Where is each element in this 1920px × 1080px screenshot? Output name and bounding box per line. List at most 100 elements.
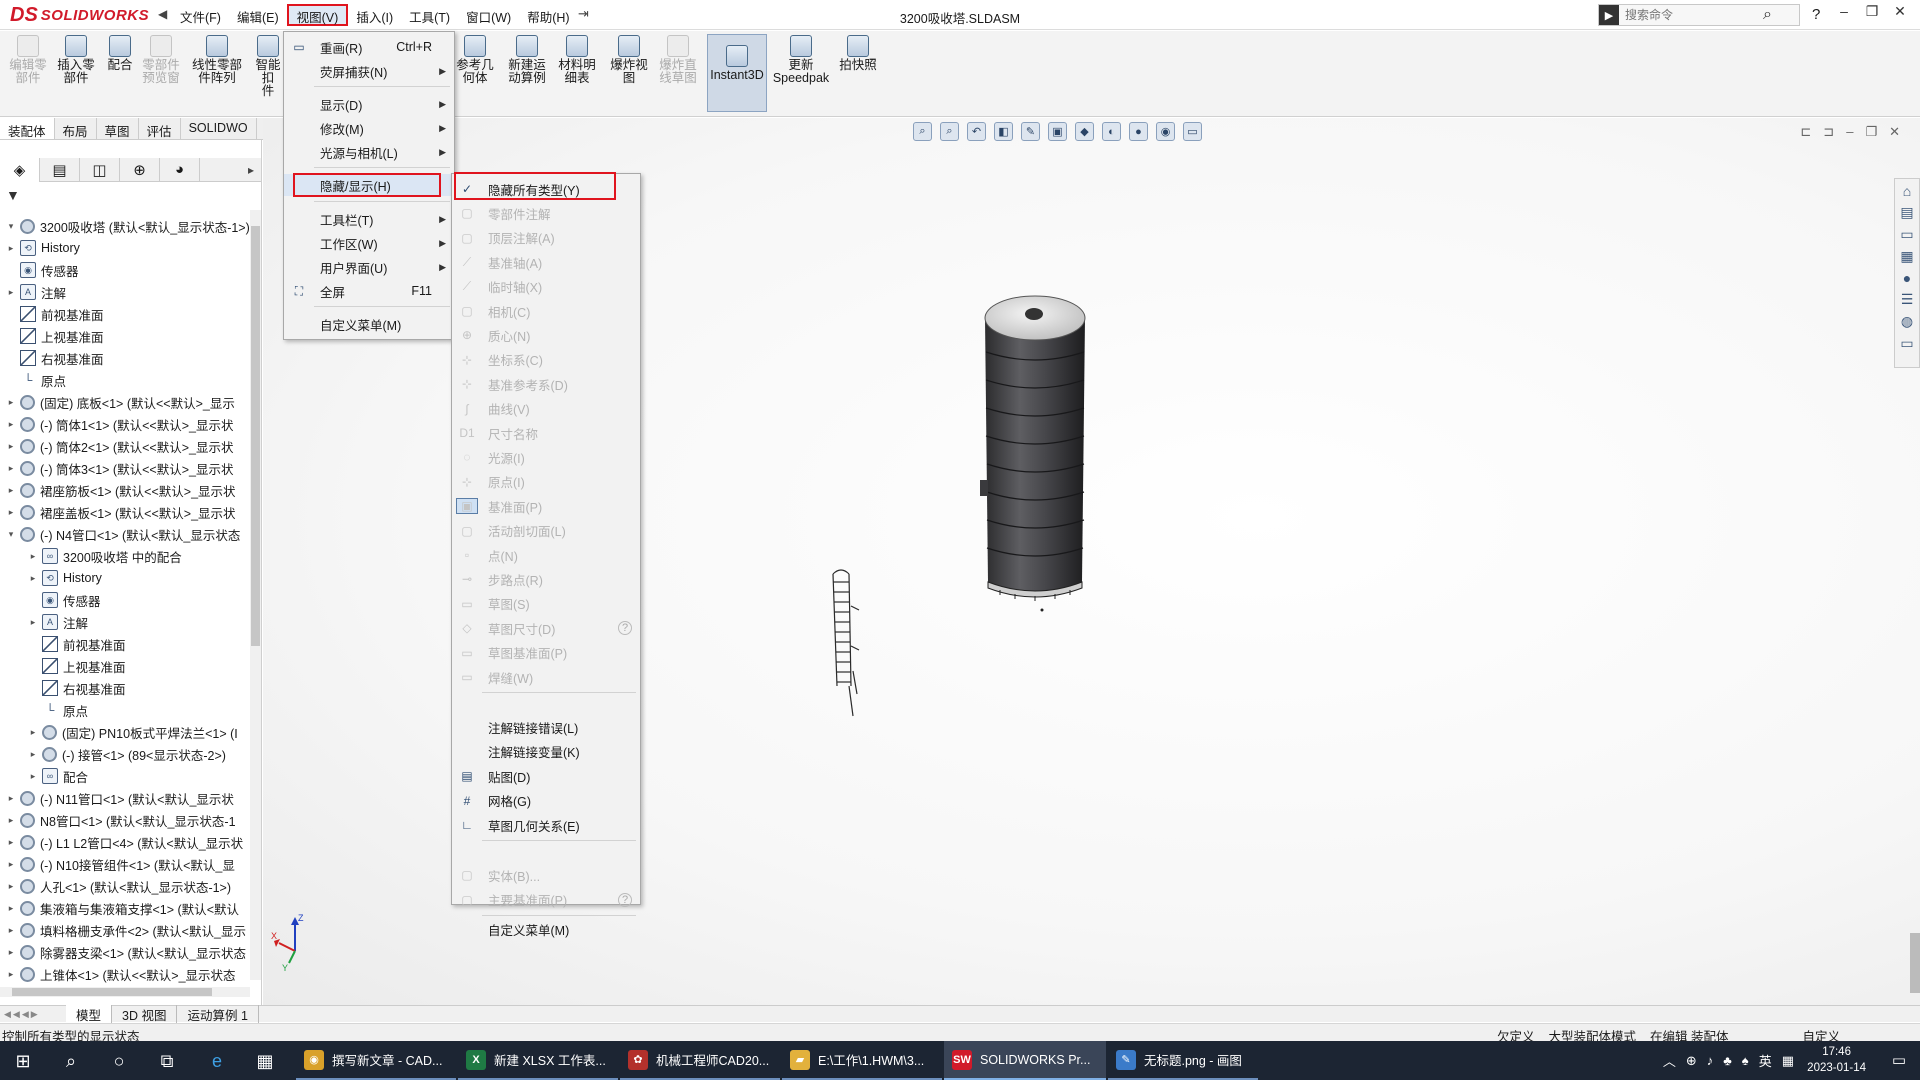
expand-arrow-icon[interactable]: ▸ xyxy=(6,969,16,980)
menu-item-sketch-relation[interactable]: ∟ 草图几何关系(E) xyxy=(452,814,640,836)
scrollbar-thumb[interactable] xyxy=(251,226,260,646)
menu-item-annotation-link-error[interactable]: 注解链接错误(L) xyxy=(452,716,640,738)
new-motion-study-button[interactable]: 新建运 动算例 xyxy=(506,35,548,85)
tab-layout[interactable]: 布局 xyxy=(55,118,97,139)
collapse-arrow-icon[interactable]: ▾ xyxy=(6,221,16,232)
tab-3d-view[interactable]: 3D 视图 xyxy=(112,1004,178,1024)
menu-item-grid[interactable]: # 网格(G) xyxy=(452,790,640,812)
menu-item-toolbars[interactable]: 工具栏(T) ▶ xyxy=(284,208,454,230)
expand-arrow-icon[interactable]: ▸ xyxy=(28,551,38,562)
expand-arrow-icon[interactable]: ▸ xyxy=(6,925,16,936)
tree-row[interactable]: ▸ (-) 筒体1<1> (默认<<默认>_显示状 xyxy=(0,413,250,435)
menu-item-lights-cameras[interactable]: 光源与相机(L) ▶ xyxy=(284,141,454,163)
tree-vertical-scrollbar[interactable] xyxy=(250,210,261,980)
expand-arrow-icon[interactable]: ▸ xyxy=(28,573,38,584)
solidworks-resources-icon[interactable]: ⌂ xyxy=(1903,183,1911,199)
exploded-view-button[interactable]: 爆炸视 图 xyxy=(608,35,650,85)
app-tray-icon-2[interactable]: ♠ xyxy=(1742,1053,1749,1068)
tree-row[interactable]: 上视基准面 xyxy=(0,325,250,347)
expand-arrow-icon[interactable]: ▸ xyxy=(6,287,16,298)
instant3d-button[interactable]: Instant3D xyxy=(707,34,767,112)
pin-menu-icon[interactable]: ⇥ xyxy=(578,6,589,22)
design-library-icon[interactable]: ▤ xyxy=(1900,204,1913,221)
taskbar-app[interactable]: X 新建 XLSX 工作表... xyxy=(458,1041,618,1080)
viewport-split-left-icon[interactable]: ⊏ xyxy=(1800,124,1811,140)
tree-row[interactable]: ▸ 填料格栅支承件<2> (默认<默认_显示 xyxy=(0,919,250,941)
edit-component-button[interactable]: 编辑零 部件 xyxy=(8,35,48,85)
scrollbar-thumb[interactable] xyxy=(12,988,212,996)
expand-arrow-icon[interactable]: ▸ xyxy=(6,837,16,848)
component-preview-button[interactable]: 零部件 预览窗 xyxy=(140,35,182,85)
expand-arrow-icon[interactable]: ▸ xyxy=(6,947,16,958)
tree-row[interactable]: ▸ A 注解 xyxy=(0,281,250,303)
expand-arrow-icon[interactable]: ▸ xyxy=(6,243,16,254)
menu-item-customize-menu[interactable]: 自定义菜单(M) xyxy=(284,313,454,335)
tree-row[interactable]: 上视基准面 xyxy=(0,655,250,677)
tree-row[interactable]: ▸ ⟲ History xyxy=(0,567,250,589)
taskbar-app[interactable]: SW SOLIDWORKS Pr... xyxy=(944,1041,1106,1080)
tab-evaluate[interactable]: 评估 xyxy=(139,118,181,139)
app-tray-icon[interactable]: ♣ xyxy=(1723,1053,1732,1068)
collapse-arrow-icon[interactable]: ▾ xyxy=(6,529,16,540)
view-settings-icon[interactable]: ▭ xyxy=(1183,122,1202,141)
tree-row[interactable]: ▸ ∞ 配合 xyxy=(0,765,250,787)
insert-component-button[interactable]: 插入零 部件 xyxy=(54,35,98,85)
absorption-tower-model[interactable] xyxy=(980,292,1090,622)
expand-arrow-icon[interactable]: ▸ xyxy=(6,859,16,870)
menu-help[interactable]: 帮助(H) xyxy=(519,4,577,26)
clock[interactable]: 17:46 2023-01-14 xyxy=(1807,1044,1866,1076)
tab-navigation-arrows-icon[interactable]: ◀◀◀▶ xyxy=(0,1009,66,1020)
hide-show-items-icon[interactable]: ◐ xyxy=(1102,122,1121,141)
tree-row[interactable]: └ 原点 xyxy=(0,369,250,391)
expand-arrow-icon[interactable]: ▸ xyxy=(6,397,16,408)
display-manager-tab-icon[interactable]: ◕ xyxy=(160,157,200,182)
expand-arrow-icon[interactable]: ▸ xyxy=(6,881,16,892)
menu-window[interactable]: 窗口(W) xyxy=(458,4,519,26)
file-explorer-icon[interactable]: ▭ xyxy=(1900,226,1913,243)
menu-item-annotation-link-variable[interactable]: 注解链接变量(K) xyxy=(452,741,640,763)
expand-arrow-icon[interactable]: ▸ xyxy=(6,815,16,826)
menu-item-check[interactable]: ✓ 隐藏所有类型(Y) xyxy=(452,178,640,200)
search-icon[interactable]: ⌕ xyxy=(60,1050,82,1072)
menu-collapse-arrow-icon[interactable]: ◀ xyxy=(158,7,167,21)
expand-arrow-icon[interactable]: ▸ xyxy=(28,617,38,628)
ladder-component-model[interactable] xyxy=(827,566,863,726)
edit-appearance-icon[interactable]: ● xyxy=(1129,122,1148,141)
tree-row[interactable]: ▸ 裙座盖板<1> (默认<<默认>_显示状 xyxy=(0,501,250,523)
tab-assembly[interactable]: 装配体 xyxy=(0,118,55,139)
ime-indicator[interactable]: 英 xyxy=(1759,1051,1772,1070)
previous-view-icon[interactable]: ↶ xyxy=(967,122,986,141)
tree-row[interactable]: ▸ 上锥体<1> (默认<<默认>_显示状态 xyxy=(0,963,250,985)
expand-arrow-icon[interactable]: ▸ xyxy=(28,727,38,738)
viewport-restore-icon[interactable]: ❐ xyxy=(1865,124,1877,140)
tree-row[interactable]: 右视基准面 xyxy=(0,347,250,369)
taskbar-app[interactable]: ✿ 机械工程师CAD20... xyxy=(620,1041,780,1080)
tree-row[interactable]: ▸ 除雾器支梁<1> (默认<默认_显示状态 xyxy=(0,941,250,963)
search-commands-box[interactable]: ▶ ⌕ xyxy=(1598,4,1800,26)
filter-icon[interactable]: ▼ xyxy=(6,187,20,203)
update-speedpak-button[interactable]: 更新 Speedpak xyxy=(772,35,830,85)
windows-start-icon[interactable]: ⊞ xyxy=(12,1050,34,1072)
view-orientation-icon[interactable]: ▣ xyxy=(1048,122,1067,141)
taskbar-app[interactable]: ▰ E:\工作\1.HWM\3... xyxy=(782,1041,942,1080)
section-view-icon[interactable]: ◧ xyxy=(994,122,1013,141)
menu-insert[interactable]: 插入(I) xyxy=(348,4,401,26)
bill-of-materials-button[interactable]: 材料明 细表 xyxy=(556,35,598,85)
dimxpert-manager-tab-icon[interactable]: ⊕ xyxy=(120,157,160,182)
tree-horizontal-scrollbar[interactable] xyxy=(0,987,250,997)
menu-item-full-screen[interactable]: ⛶ 全屏 F11 xyxy=(284,280,454,302)
tab-sketch[interactable]: 草图 xyxy=(97,118,139,139)
expand-arrow-icon[interactable]: ▸ xyxy=(6,419,16,430)
tree-row[interactable]: ▸ 人孔<1> (默认<默认_显示状态-1>) xyxy=(0,875,250,897)
taskbar-app[interactable]: ✎ 无标题.png - 画图 xyxy=(1108,1041,1258,1080)
tabs-scroll-right-icon[interactable]: ▸ xyxy=(248,163,261,177)
expand-arrow-icon[interactable]: ▸ xyxy=(28,771,38,782)
viewport-close-icon[interactable]: ✕ xyxy=(1889,124,1900,140)
tab-motion-study[interactable]: 运动算例 1 xyxy=(177,1004,259,1024)
expand-arrow-icon[interactable]: ▸ xyxy=(6,463,16,474)
mate-button[interactable]: 配合 xyxy=(104,35,136,72)
task-view-icon[interactable]: ⧉ xyxy=(156,1050,178,1072)
menu-item-screen-capture[interactable]: 荧屏捕获(N) ▶ xyxy=(284,60,454,82)
expand-arrow-icon[interactable]: ▸ xyxy=(6,485,16,496)
appearances-icon[interactable]: ● xyxy=(1903,270,1911,286)
